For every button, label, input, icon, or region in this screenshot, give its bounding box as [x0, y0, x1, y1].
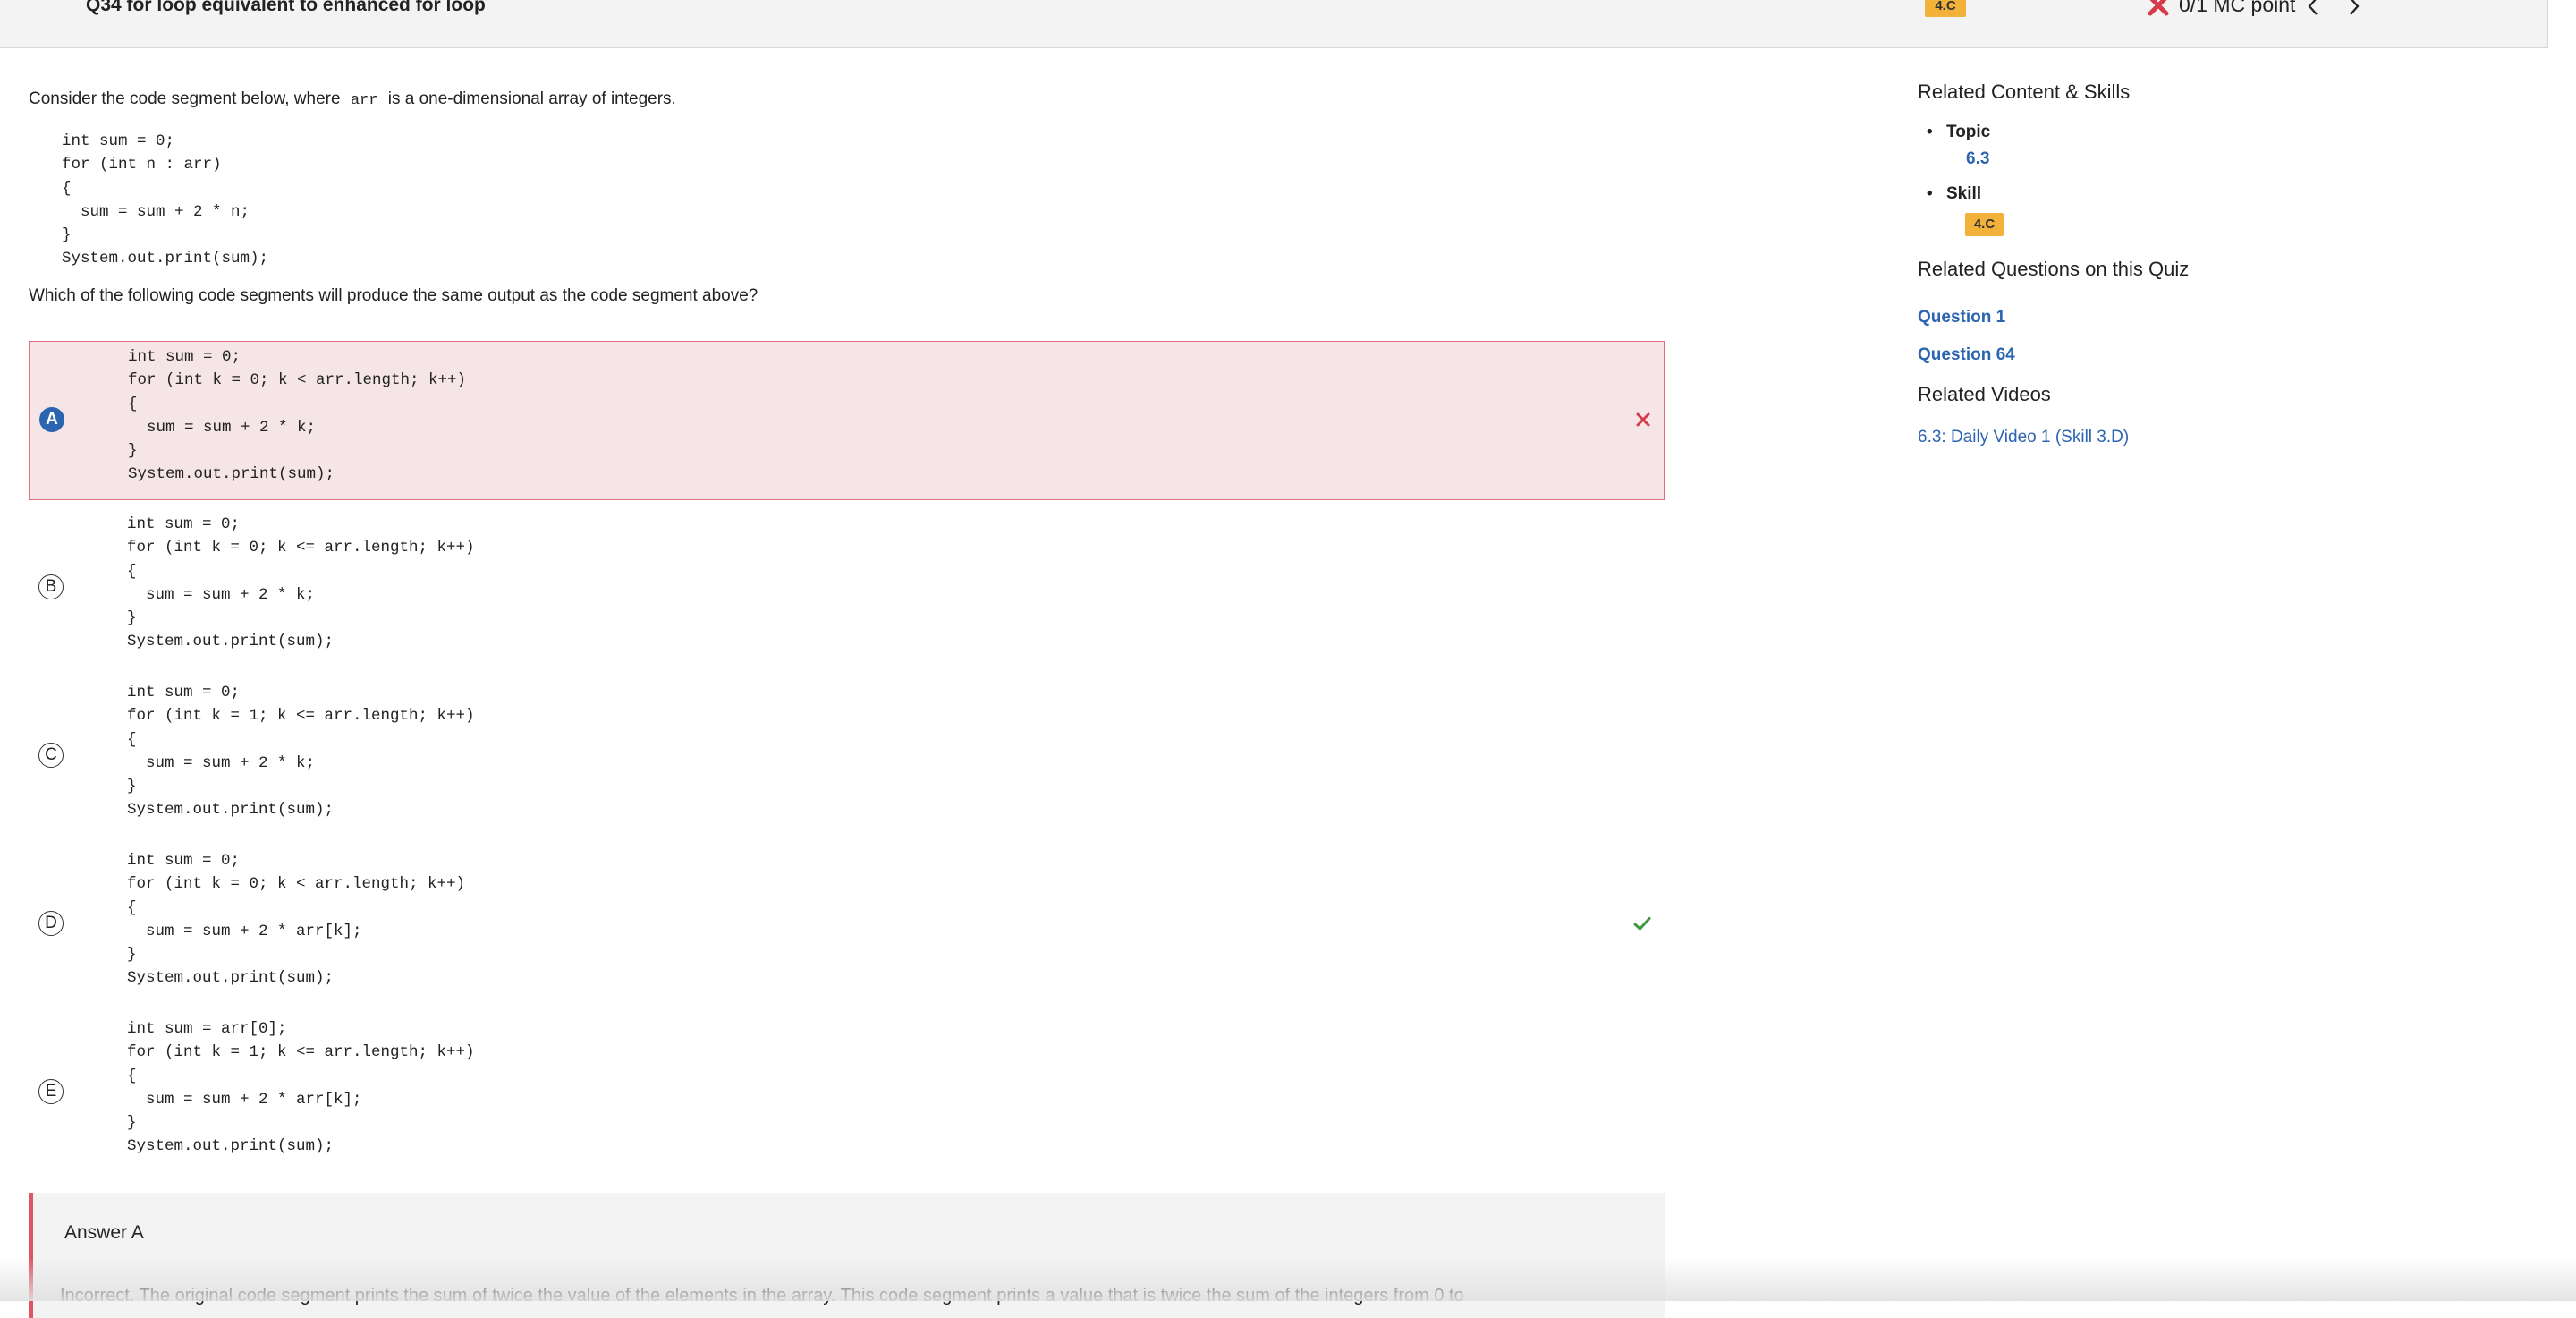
question-header: Q34 for loop equivalent to enhanced for …: [0, 0, 2548, 48]
choice-e[interactable]: E int sum = arr[0]; for (int k = 1; k <=…: [29, 1014, 1665, 1173]
choice-b[interactable]: B int sum = 0; for (int k = 0; k <= arr.…: [29, 509, 1665, 668]
choice-d-code: int sum = 0; for (int k = 0; k < arr.len…: [127, 852, 466, 988]
incorrect-x-icon: [1636, 412, 1650, 427]
skill-badge: 4.C: [1925, 0, 1966, 17]
choice-letter-c: C: [38, 743, 64, 768]
related-video-link[interactable]: 6.3: Daily Video 1 (Skill 3.D): [1918, 428, 2129, 447]
choice-letter-b: B: [38, 574, 64, 599]
stem-code-block: int sum = 0; for (int n : arr) { sum = s…: [62, 132, 269, 268]
choice-c-code: int sum = 0; for (int k = 1; k <= arr.le…: [127, 684, 475, 820]
skill-label: Skill: [1927, 184, 1981, 204]
topic-link[interactable]: 6.3: [1966, 149, 1989, 169]
explanation-title: Answer A: [64, 1222, 144, 1243]
choice-b-code: int sum = 0; for (int k = 0; k <= arr.le…: [127, 515, 475, 651]
score-indicator: 0/1 MC point: [2147, 0, 2295, 17]
related-questions-heading: Related Questions on this Quiz: [1918, 258, 2190, 280]
choice-d[interactable]: D int sum = 0; for (int k = 0; k < arr.l…: [29, 846, 1665, 1005]
question-intro: Consider the code segment below, where a…: [29, 89, 676, 109]
related-question-link[interactable]: Question 1: [1918, 308, 2005, 327]
choice-c[interactable]: C int sum = 0; for (int k = 1; k <= arr.…: [29, 677, 1665, 837]
choice-e-code: int sum = arr[0]; for (int k = 1; k <= a…: [127, 1020, 475, 1156]
score-text: 0/1 MC point: [2179, 0, 2296, 16]
related-content-heading: Related Content & Skills: [1918, 81, 2131, 103]
choice-letter-e: E: [38, 1079, 64, 1104]
chevron-right-icon[interactable]: [2342, 0, 2365, 18]
intro-code-arr: arr: [350, 92, 378, 109]
intro-text-after: is a one-dimensional array of integers.: [387, 89, 676, 108]
x-icon: [2148, 0, 2169, 15]
choice-a[interactable]: A int sum = 0; for (int k = 0; k < arr.l…: [29, 341, 1665, 500]
bottom-fade: [0, 1257, 2576, 1301]
chevron-left-icon[interactable]: [2302, 0, 2326, 18]
correct-check-icon: [1633, 917, 1651, 931]
choice-a-code: int sum = 0; for (int k = 0; k < arr.len…: [128, 348, 467, 484]
choice-letter-a: A: [39, 407, 64, 432]
topic-label: Topic: [1927, 123, 1990, 142]
related-videos-heading: Related Videos: [1918, 383, 2051, 405]
intro-text-before: Consider the code segment below, where: [29, 89, 341, 108]
question-prompt: Which of the following code segments wil…: [29, 286, 758, 305]
question-title: Q34 for loop equivalent to enhanced for …: [86, 0, 486, 15]
related-question-link[interactable]: Question 64: [1918, 345, 2015, 365]
choice-letter-d: D: [38, 911, 64, 936]
sidebar-skill-badge: 4.C: [1965, 213, 2004, 236]
